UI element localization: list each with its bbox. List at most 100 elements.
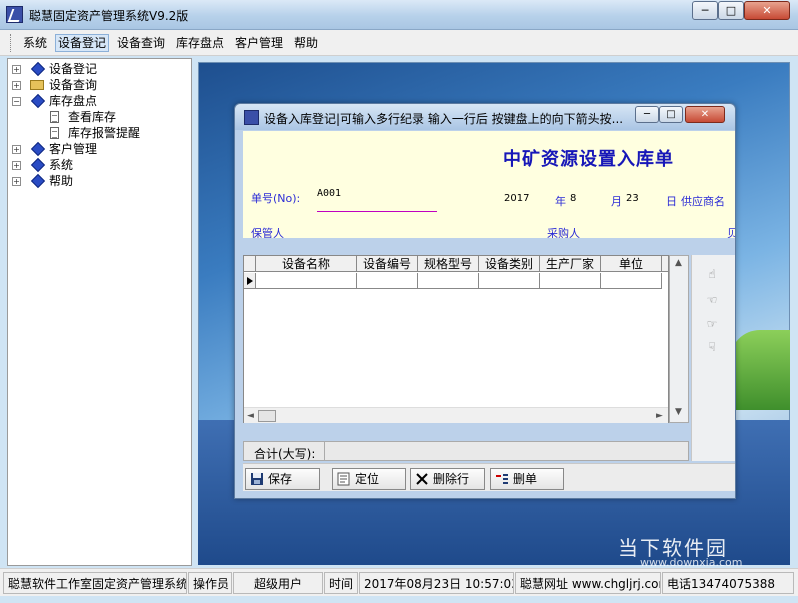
- grid-cell[interactable]: [418, 273, 479, 289]
- total-separator: [324, 442, 325, 460]
- tree-node-label: 查看库存: [68, 110, 117, 124]
- expand-icon[interactable]: +: [12, 65, 21, 74]
- keeper-label: 保管人: [251, 227, 284, 238]
- dialog-toolbar: 保存 定位 删除行 删单: [243, 463, 735, 491]
- expand-icon[interactable]: +: [12, 177, 21, 186]
- tree-node-customer[interactable]: + 客户管理: [12, 141, 182, 157]
- status-phone: 电话13474075388: [662, 572, 794, 594]
- hand-right-icon[interactable]: ☞: [704, 317, 720, 331]
- diamond-icon: [30, 61, 46, 77]
- tree-node-label: 帮助: [49, 174, 74, 188]
- close-button[interactable]: ✕: [744, 1, 790, 20]
- diamond-icon: [30, 173, 46, 189]
- tree-node-inventory-alert[interactable]: 库存报警提醒: [48, 125, 183, 141]
- entry-grid[interactable]: 设备名称 设备编号 规格型号 设备类别 生产厂家 单位 ◄ ►: [243, 255, 669, 423]
- dialog-maximize-button[interactable]: □: [659, 106, 683, 123]
- dialog-close-button[interactable]: ✕: [685, 106, 725, 123]
- tree-node-label: 设备登记: [49, 62, 98, 76]
- dialog-minimize-button[interactable]: ─: [635, 106, 659, 123]
- column-header-category[interactable]: 设备类别: [479, 256, 540, 272]
- clipped-label: 贝: [727, 227, 735, 238]
- scroll-down-icon[interactable]: ▼: [675, 407, 682, 417]
- tree-node-view-inventory[interactable]: 查看库存: [48, 109, 183, 125]
- tree-node-equipment-query[interactable]: + 设备查询: [12, 77, 182, 93]
- collapse-icon[interactable]: −: [12, 97, 21, 106]
- entry-dialog: 设备入库登记|可输入多行纪录 输入一行后 按键盘上的向下箭头按... ─ □ ✕…: [234, 103, 736, 499]
- locate-form-icon: [337, 472, 350, 486]
- tree-node-label: 库存盘点: [49, 94, 98, 108]
- status-bar: 聪慧软件工作室固定资产管理系统 操作员 超级用户 时间 2017年08月23日 …: [0, 568, 798, 596]
- grid-cell[interactable]: [256, 273, 357, 289]
- column-header-manufacturer[interactable]: 生产厂家: [540, 256, 601, 272]
- status-website[interactable]: 聪慧网址 www.chgljrj.com: [515, 572, 661, 594]
- dialog-app-icon: [244, 110, 259, 125]
- scroll-right-icon[interactable]: ►: [656, 411, 663, 421]
- delete-row-label: 删除行: [433, 472, 470, 486]
- status-time-value: 2017年08月23日 10:57:03: [359, 572, 514, 594]
- grid-header: 设备名称 设备编号 规格型号 设备类别 生产厂家 单位: [244, 256, 668, 272]
- locate-button[interactable]: 定位: [332, 468, 406, 490]
- tree-node-help[interactable]: + 帮助: [12, 173, 182, 189]
- document-icon: [50, 111, 59, 123]
- hand-left-icon[interactable]: ☜: [704, 293, 720, 307]
- menu-inventory[interactable]: 库存盘点: [174, 35, 226, 51]
- grid-cell[interactable]: [357, 273, 418, 289]
- column-header-name[interactable]: 设备名称: [256, 256, 357, 272]
- order-no-value[interactable]: A001: [317, 188, 341, 199]
- year-value[interactable]: 2017: [504, 193, 529, 204]
- expand-icon[interactable]: +: [12, 81, 21, 90]
- tree-node-label: 系统: [49, 158, 74, 172]
- tree-node-equipment-register[interactable]: + 设备登记: [12, 61, 182, 77]
- day-value[interactable]: 23: [626, 193, 639, 204]
- tree-node-system[interactable]: + 系统: [12, 157, 182, 173]
- scroll-thumb[interactable]: [258, 410, 276, 422]
- horizontal-scrollbar[interactable]: ◄ ►: [244, 407, 668, 423]
- column-header-unit[interactable]: 单位: [601, 256, 662, 272]
- menu-equipment-query[interactable]: 设备查询: [115, 35, 167, 51]
- scroll-up-icon[interactable]: ▲: [675, 258, 682, 268]
- menu-system[interactable]: 系统: [21, 35, 49, 51]
- folder-icon: [30, 80, 44, 90]
- delete-row-button[interactable]: 删除行: [410, 468, 485, 490]
- diamond-icon: [30, 157, 46, 173]
- column-header-model[interactable]: 规格型号: [418, 256, 479, 272]
- navigation-tree: + 设备登记 + 设备查询 − 库存盘点 查看库存 库存报警提醒 + 客户管理 …: [7, 58, 192, 566]
- month-value[interactable]: 8: [570, 193, 576, 204]
- status-operator-value: 超级用户: [233, 572, 323, 594]
- tree-node-inventory[interactable]: − 库存盘点: [12, 93, 182, 109]
- vertical-scrollbar[interactable]: ▲ ▼: [669, 255, 689, 423]
- column-header-code[interactable]: 设备编号: [357, 256, 418, 272]
- grid-corner: [244, 256, 256, 272]
- status-operator-label: 操作员: [188, 572, 232, 594]
- desktop-grass: [730, 330, 790, 410]
- hand-up-icon[interactable]: ☝: [704, 267, 720, 281]
- window-title: 聪慧固定资产管理系统V9.2版: [29, 9, 189, 23]
- menu-grip: [10, 34, 13, 52]
- menu-customer[interactable]: 客户管理: [233, 35, 285, 51]
- expand-icon[interactable]: +: [12, 161, 21, 170]
- grid-cell[interactable]: [601, 273, 662, 289]
- maximize-button[interactable]: □: [718, 1, 744, 20]
- diamond-icon: [30, 141, 46, 157]
- menu-help[interactable]: 帮助: [292, 35, 320, 51]
- minimize-button[interactable]: ─: [692, 1, 718, 20]
- menu-equipment-register[interactable]: 设备登记: [54, 34, 110, 52]
- grid-cell[interactable]: [540, 273, 601, 289]
- delete-order-button[interactable]: 删单: [490, 468, 564, 490]
- expand-icon[interactable]: +: [12, 145, 21, 154]
- buyer-label: 采购人: [547, 227, 580, 238]
- save-label: 保存: [268, 472, 293, 486]
- row-selector[interactable]: [244, 273, 256, 289]
- delete-x-icon: [416, 473, 428, 485]
- month-label: 月: [611, 195, 622, 208]
- navigation-hand-panel: ☝ ☜ ☞ ☟: [691, 255, 735, 461]
- delete-order-label: 删单: [513, 472, 538, 486]
- app-icon: [6, 6, 23, 23]
- grid-cell[interactable]: [479, 273, 540, 289]
- scroll-left-icon[interactable]: ◄: [247, 411, 254, 421]
- hand-down-icon[interactable]: ☟: [704, 340, 720, 354]
- form-header: 中矿资源设置入库单 单号(No): A001 2017 年 8 月 23 日 供…: [243, 131, 735, 238]
- save-button[interactable]: 保存: [245, 468, 320, 490]
- dialog-title-bar[interactable]: 设备入库登记|可输入多行纪录 输入一行后 按键盘上的向下箭头按... ─ □ ✕: [235, 104, 735, 130]
- delete-order-icon: [496, 474, 508, 484]
